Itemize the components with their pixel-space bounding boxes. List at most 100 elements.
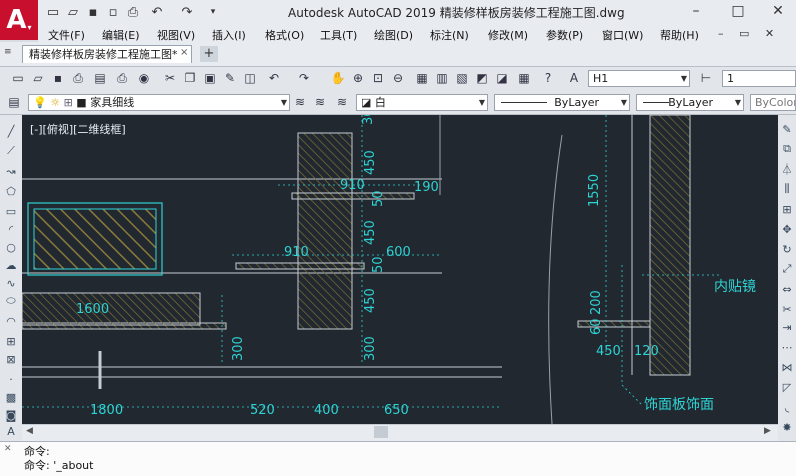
menu-tools[interactable]: 工具(T) [320,27,357,43]
copy-object-icon[interactable]: ⧉ [780,142,794,156]
chamfer-icon[interactable]: ◸ [780,380,794,394]
sheet-set-icon[interactable]: ◩ [474,70,490,86]
menu-insert[interactable]: 插入(I) [212,27,246,43]
tab-drawing[interactable]: 精装修样板房装修工程施工图* [22,45,192,63]
ellipse-icon[interactable]: ⬭ [4,294,18,308]
menu-edit[interactable]: 编辑(E) [102,27,140,43]
tool-palettes-icon[interactable]: ▧ [454,70,470,86]
horizontal-scrollbar[interactable] [22,424,778,441]
redo-icon[interactable]: ↷ [296,70,312,86]
menu-format[interactable]: 格式(O) [265,27,304,43]
region-icon[interactable]: ◙ [4,408,18,422]
help-icon[interactable]: ? [540,70,556,86]
move-icon[interactable]: ✥ [780,222,794,236]
undo-icon[interactable]: ↶ [148,4,166,20]
scale-icon[interactable]: ⤢ [780,262,794,276]
lineweight-select[interactable]: ByLayer ▼ [636,94,744,111]
redo-icon[interactable]: ↷ [178,4,196,20]
menu-help[interactable]: 帮助(H) [660,27,699,43]
revision-cloud-icon[interactable]: ☁ [4,258,18,272]
erase-icon[interactable]: ✎ [780,122,794,136]
save-icon[interactable]: ▪ [84,4,102,20]
save-icon[interactable]: ▪ [50,70,66,86]
make-current-layer-icon[interactable]: ≋ [292,94,308,110]
pan-icon[interactable]: ✋ [330,70,346,86]
trim-icon[interactable]: ✂ [780,302,794,316]
mirror-icon[interactable]: ⏃ [780,162,794,176]
cut-icon[interactable]: ✂ [162,70,178,86]
markup-icon[interactable]: ◪ [494,70,510,86]
quick-access-dropdown-icon[interactable]: ▾ [204,4,222,20]
close-window-button[interactable]: ✕ [758,0,796,22]
application-menu-button[interactable]: A ▾ [0,0,38,40]
print-icon[interactable]: ⎙ [124,4,142,20]
rectangle-icon[interactable]: ▭ [4,204,18,218]
block-editor-icon[interactable]: ◫ [242,70,258,86]
text-style-select[interactable]: H1 ▼ [588,70,690,87]
layer-previous-icon[interactable]: ≋ [312,94,328,110]
open-icon[interactable]: ▱ [30,70,46,86]
drawing-canvas[interactable]: 30 450 910 190 50 450 910 600 50 450 300… [22,115,778,424]
construction-line-icon[interactable]: ⟋ [4,144,18,158]
command-window[interactable] [0,441,796,476]
tab-list-icon[interactable]: ≡ [4,47,12,57]
color-select[interactable]: ◪ 白 ▼ [356,94,488,111]
polygon-icon[interactable]: ⬠ [4,184,18,198]
menu-parametric[interactable]: 参数(P) [546,27,583,43]
circle-icon[interactable]: ○ [4,240,18,254]
array-icon[interactable]: ⊞ [780,202,794,216]
design-center-icon[interactable]: ▥ [434,70,450,86]
polyline-icon[interactable]: ↝ [4,164,18,178]
make-block-icon[interactable]: ⊠ [4,352,18,366]
menu-file[interactable]: 文件(F) [48,27,85,43]
hatch-icon[interactable]: ▩ [4,390,18,404]
print-icon[interactable]: ⎙ [114,70,130,86]
menu-modify[interactable]: 修改(M) [488,27,528,43]
maximize-button[interactable]: □ [718,0,758,22]
layer-select[interactable]: 💡 ☼ ⊞ ■ 家具细线 ▼ [28,94,290,111]
new-file-icon[interactable]: ▭ [44,4,62,20]
text-style-icon[interactable]: A [566,70,582,86]
plot-icon[interactable]: ⎙ [70,70,86,86]
explode-icon[interactable]: ✸ [780,420,794,434]
layer-state-icon[interactable]: ≋ [334,94,350,110]
plotstyle-select[interactable]: ByColor [750,94,796,111]
menu-draw[interactable]: 绘图(D) [374,27,413,43]
ellipse-arc-icon[interactable]: ◠ [4,314,18,328]
zoom-previous-icon[interactable]: ⊖ [390,70,406,86]
inner-window-controls[interactable]: – ▭ ✕ [718,27,792,40]
layer-properties-icon[interactable]: ▤ [6,94,22,110]
zoom-window-icon[interactable]: ⊡ [370,70,386,86]
join-icon[interactable]: ⋈ [780,360,794,374]
properties-icon[interactable]: ▦ [414,70,430,86]
match-properties-icon[interactable]: ✎ [222,70,238,86]
command-close-icon[interactable]: ✕ [4,444,12,454]
preview-icon[interactable]: ▤ [92,70,108,86]
menu-dimension[interactable]: 标注(N) [430,27,469,43]
insert-block-icon[interactable]: ⊞ [4,334,18,348]
arc-icon[interactable]: ◜ [4,222,18,236]
fillet-icon[interactable]: ◟ [780,400,794,414]
line-icon[interactable]: ╱ [4,124,18,138]
minimize-button[interactable]: – [676,0,716,22]
viewport-controls[interactable]: [-][俯视][二维线框] [30,121,126,137]
new-tab-button[interactable]: + [200,46,218,62]
extend-icon[interactable]: ⇥ [780,320,794,334]
text-height-field[interactable]: 1 [722,70,796,87]
zoom-realtime-icon[interactable]: ⊕ [350,70,366,86]
undo-icon[interactable]: ↶ [266,70,282,86]
menu-view[interactable]: 视图(V) [157,27,195,43]
open-folder-icon[interactable]: ▱ [64,4,82,20]
dimension-style-icon[interactable]: ⊢ [698,70,714,86]
point-icon[interactable]: · [4,372,18,386]
publish-icon[interactable]: ◉ [136,70,152,86]
new-icon[interactable]: ▭ [10,70,26,86]
scroll-left-icon[interactable]: ◀ [26,426,33,436]
spline-icon[interactable]: ∿ [4,276,18,290]
linetype-select[interactable]: ByLayer ▼ [494,94,630,111]
scroll-right-icon[interactable]: ▶ [764,426,771,436]
multiline-text-icon[interactable]: A [4,424,18,438]
paste-icon[interactable]: ▣ [202,70,218,86]
stretch-icon[interactable]: ⇔ [780,282,794,296]
copy-icon[interactable]: ❐ [182,70,198,86]
